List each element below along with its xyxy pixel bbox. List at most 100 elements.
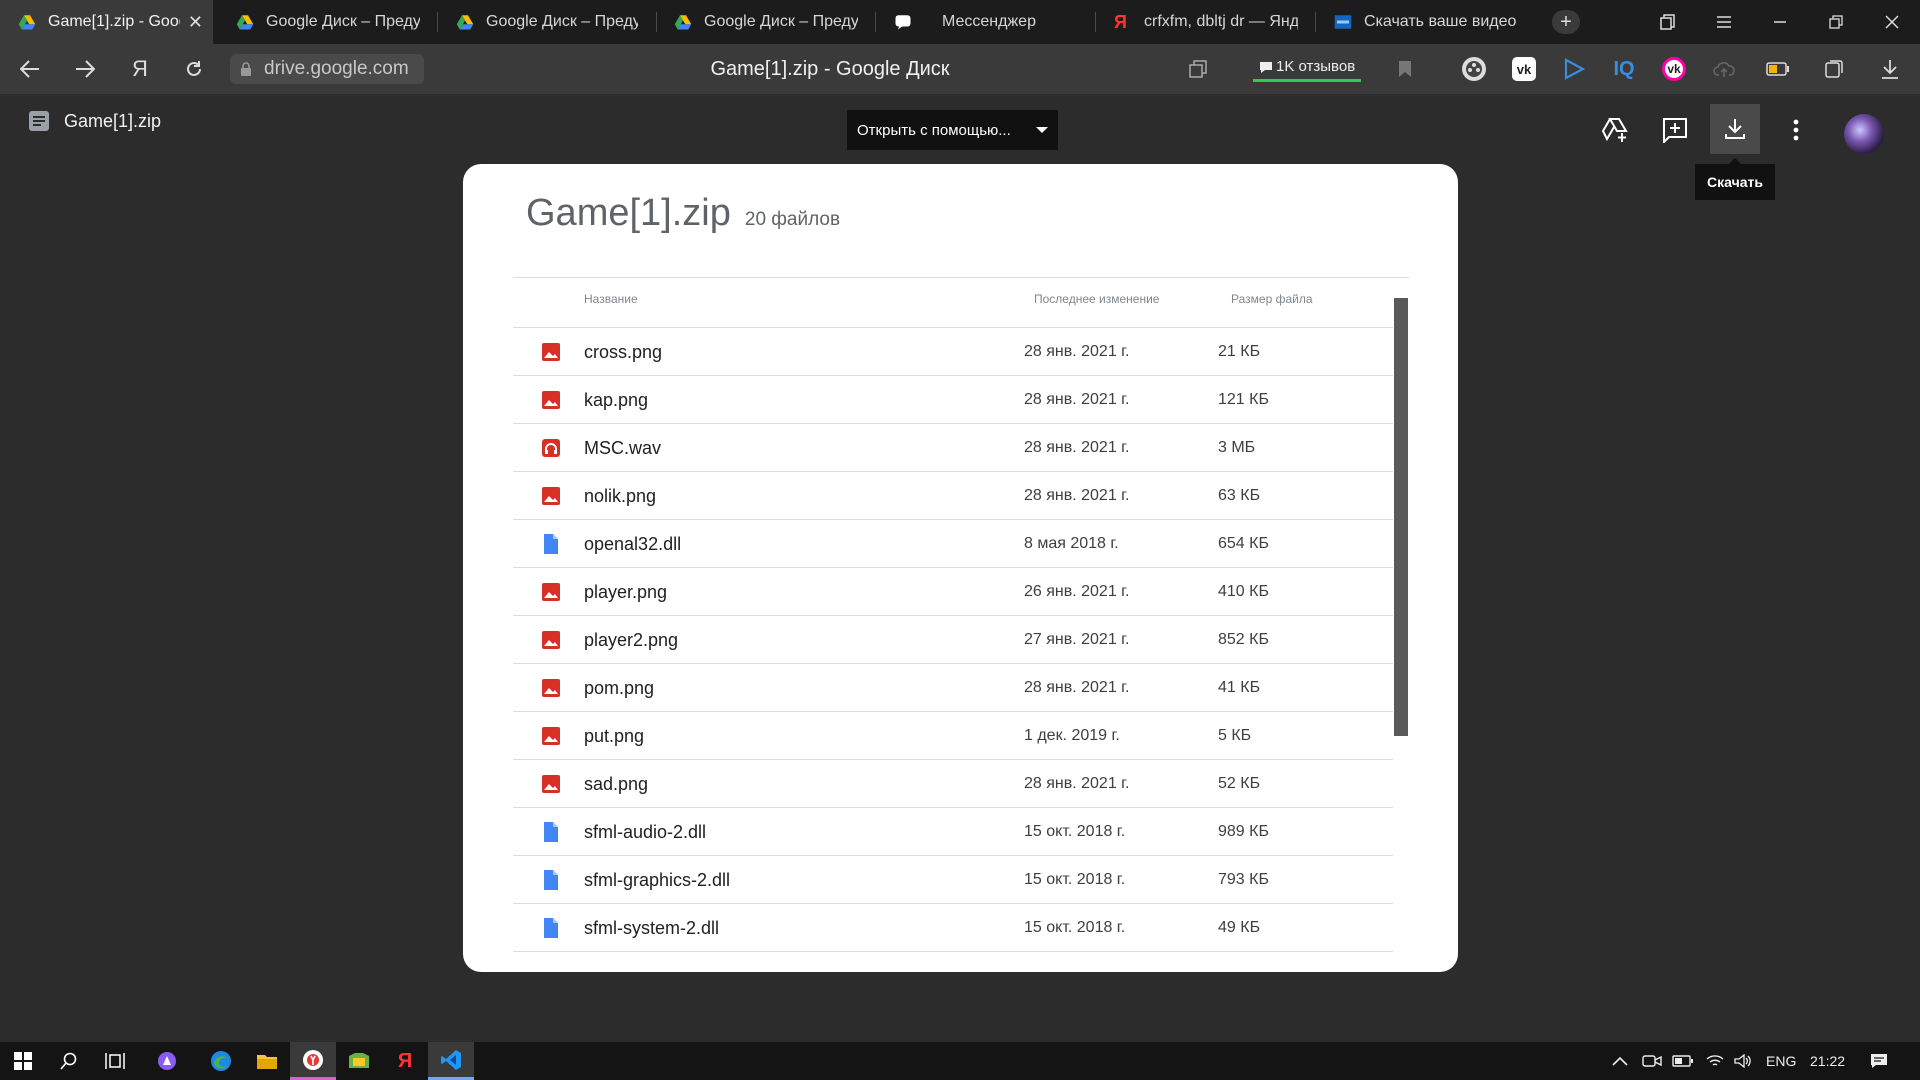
- file-explorer-icon[interactable]: [244, 1042, 290, 1080]
- tab-google-drive-2[interactable]: Google Диск – Преду: [438, 0, 648, 44]
- task-view-icon[interactable]: [92, 1042, 138, 1080]
- file-name: nolik.png: [584, 486, 657, 506]
- table-row[interactable]: openal32.dll 8 мая 2018 г. 654 КБ: [513, 519, 1393, 567]
- language-indicator[interactable]: ENG: [1766, 1042, 1796, 1080]
- table-row[interactable]: nolik.png 28 янв. 2021 г. 63 КБ: [513, 471, 1393, 519]
- file-name: kap.png: [584, 390, 649, 410]
- back-arrow-icon[interactable]: [8, 44, 52, 94]
- battery-tray-icon[interactable]: [1672, 1042, 1694, 1080]
- alice-assistant-icon[interactable]: [144, 1042, 190, 1080]
- file-modified-date: 28 янв. 2021 г.: [1024, 343, 1130, 360]
- collections-icon[interactable]: [1822, 57, 1846, 81]
- file-modified-date: 28 янв. 2021 г.: [1024, 487, 1130, 504]
- iq-extension-icon[interactable]: IQ: [1612, 57, 1636, 81]
- tab-messenger[interactable]: Мессенджер: [876, 0, 1088, 44]
- table-row[interactable]: MSC.wav 28 янв. 2021 г. 3 МБ: [513, 423, 1393, 471]
- battery-icon[interactable]: [1766, 57, 1790, 81]
- tab-title: Google Диск – Преду: [486, 13, 638, 30]
- table-row[interactable]: player2.png 27 янв. 2021 г. 852 КБ: [513, 615, 1393, 663]
- table-row[interactable]: sfml-audio-2.dll 15 окт. 2018 г. 989 КБ: [513, 807, 1393, 855]
- scrollbar[interactable]: [1394, 298, 1408, 736]
- search-icon[interactable]: [46, 1042, 92, 1080]
- table-row[interactable]: sfml-system-2.dll 15 окт. 2018 г. 49 КБ: [513, 903, 1393, 951]
- file-size: 3 МБ: [1218, 439, 1256, 456]
- notifications-icon[interactable]: [1870, 1042, 1888, 1080]
- extension-film-icon[interactable]: [1462, 57, 1486, 81]
- file-name: MSC.wav: [584, 438, 662, 458]
- windows-start-icon[interactable]: [0, 1042, 46, 1080]
- tab-download-video[interactable]: Скачать ваше видео: [1316, 0, 1528, 44]
- table-row[interactable]: pom.png 28 янв. 2021 г. 41 КБ: [513, 663, 1393, 711]
- copy-link-icon[interactable]: [1176, 44, 1220, 94]
- reload-icon[interactable]: [172, 44, 216, 94]
- menu-icon[interactable]: [1696, 0, 1752, 44]
- downloads-icon[interactable]: [1878, 57, 1902, 81]
- table-row[interactable]: sad.png 28 янв. 2021 г. 52 КБ: [513, 759, 1393, 807]
- new-tab-button[interactable]: +: [1552, 10, 1580, 34]
- more-vert-icon[interactable]: [1774, 108, 1818, 152]
- file-name: player.png: [584, 582, 668, 602]
- avatar[interactable]: [1844, 114, 1884, 154]
- open-with-button[interactable]: Открыть с помощью...: [847, 110, 1058, 150]
- yandex-browser-icon[interactable]: [290, 1042, 336, 1080]
- cloud-upload-icon[interactable]: [1712, 57, 1736, 81]
- volume-icon[interactable]: [1734, 1042, 1752, 1080]
- image-file-icon: [540, 677, 562, 699]
- bookmark-icon[interactable]: [1383, 44, 1427, 94]
- file-size: 121 КБ: [1218, 391, 1269, 408]
- google-drive-icon: [18, 15, 36, 30]
- tab-title: Google Диск – Преду: [266, 13, 420, 30]
- reviews-badge[interactable]: 1K отзывов: [1253, 54, 1362, 82]
- vk-icon[interactable]: vk: [1512, 57, 1536, 81]
- file-modified-date: 1 дек. 2019 г.: [1024, 727, 1120, 744]
- column-header-modified[interactable]: Последнее изменение: [1034, 292, 1159, 306]
- forward-arrow-icon[interactable]: [63, 44, 107, 94]
- tab-game-zip[interactable]: Game[1].zip - Google ✕: [0, 0, 213, 44]
- tab-yandex-search[interactable]: Я crfxfm, dbltj dr — Янд: [1096, 0, 1308, 44]
- tab-title: Скачать ваше видео: [1364, 13, 1517, 30]
- games-icon[interactable]: [336, 1042, 382, 1080]
- yandex-home-icon[interactable]: Я: [118, 44, 162, 94]
- tray-expand-icon[interactable]: [1612, 1042, 1628, 1080]
- add-to-drive-icon[interactable]: [1593, 108, 1637, 152]
- google-drive-icon: [236, 15, 254, 30]
- dmy-icon: [1334, 15, 1352, 29]
- table-row[interactable]: sfml-graphics-2.dll 15 окт. 2018 г. 793 КБ: [513, 855, 1393, 903]
- restore-icon[interactable]: [1808, 0, 1864, 44]
- edge-browser-icon[interactable]: [198, 1042, 244, 1080]
- image-file-icon: [540, 773, 562, 795]
- table-row[interactable]: player.png 26 янв. 2021 г. 410 КБ: [513, 567, 1393, 615]
- tab-google-drive-1[interactable]: Google Диск – Преду: [218, 0, 430, 44]
- table-row[interactable]: sfml-window-2.dll15 окт. 2018 г.121 КБ: [513, 951, 1393, 957]
- url-field[interactable]: drive.google.com: [230, 54, 424, 84]
- close-icon[interactable]: ✕: [188, 12, 203, 33]
- archive-file-count: 20 файлов: [744, 209, 841, 230]
- column-header-name[interactable]: Название: [584, 292, 638, 306]
- file-name: sad.png: [584, 774, 649, 794]
- add-comment-icon[interactable]: [1653, 108, 1697, 152]
- download-icon[interactable]: [1710, 104, 1760, 154]
- vk-circle-icon[interactable]: vk: [1662, 57, 1686, 81]
- column-header-size[interactable]: Размер файла: [1231, 292, 1313, 306]
- caret-down-icon: [1036, 127, 1048, 133]
- image-file-icon: [540, 485, 562, 507]
- file-size: 41 КБ: [1218, 679, 1261, 696]
- meet-now-icon[interactable]: [1642, 1042, 1662, 1080]
- wifi-icon[interactable]: [1706, 1042, 1724, 1080]
- viewer-toolbar: Game[1].zip Открыть с помощью...: [0, 94, 1920, 158]
- table-row[interactable]: put.png 1 дек. 2019 г. 5 КБ: [513, 711, 1393, 759]
- yandex-icon[interactable]: Я: [382, 1042, 428, 1080]
- file-modified-date: 15 окт. 2018 г.: [1024, 919, 1126, 936]
- minimize-icon[interactable]: [1752, 0, 1808, 44]
- clock[interactable]: 21:22: [1810, 1042, 1845, 1080]
- file-list: cross.png 28 янв. 2021 г. 21 КБ kap.png 28 я…: [513, 327, 1409, 957]
- table-row[interactable]: cross.png 28 янв. 2021 г. 21 КБ: [513, 327, 1393, 375]
- tab-google-drive-3[interactable]: Google Диск – Преду: [656, 0, 868, 44]
- close-window-icon[interactable]: [1864, 0, 1920, 44]
- vscode-icon[interactable]: [428, 1042, 474, 1080]
- zip-contents-card: Game[1].zip 20 файлов Название Последнее…: [463, 164, 1458, 972]
- document-file-icon: [540, 821, 562, 843]
- play-extension-icon[interactable]: [1562, 57, 1586, 81]
- table-row[interactable]: kap.png 28 янв. 2021 г. 121 КБ: [513, 375, 1393, 423]
- tab-manager-icon[interactable]: [1640, 0, 1696, 44]
